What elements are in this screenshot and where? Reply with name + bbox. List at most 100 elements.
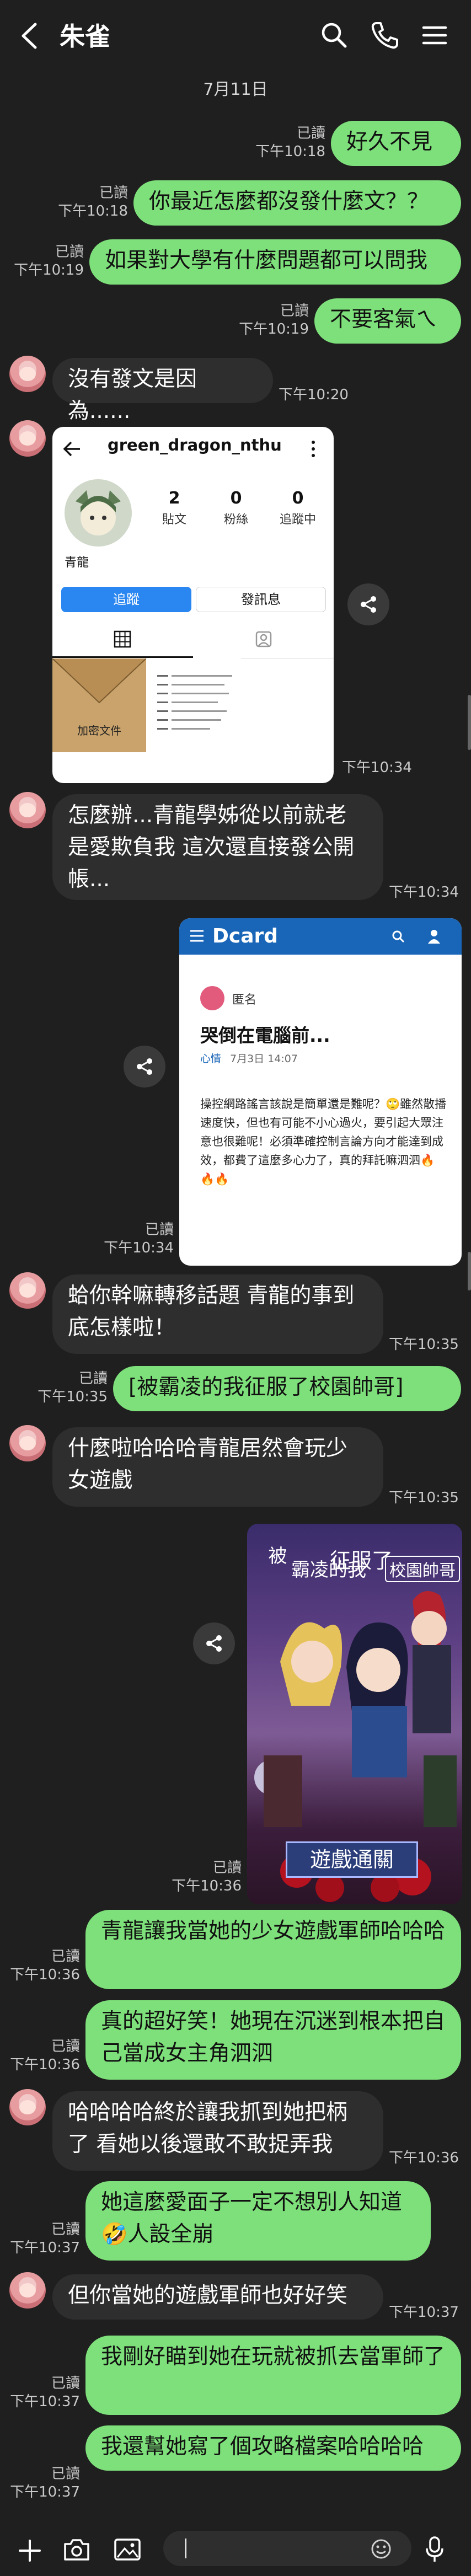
hamburger-menu-icon[interactable] — [418, 19, 451, 52]
message-time: 下午10:35 — [389, 1336, 459, 1353]
ig-post-thumbnail — [147, 658, 241, 752]
microphone-icon[interactable] — [424, 2535, 446, 2564]
message-bubble-outgoing[interactable]: 她這麼愛面子一定不想別人知道🤣人設全崩 — [85, 2181, 431, 2261]
date-separator: 7月11日 — [203, 80, 268, 99]
read-status: 已讀 — [51, 2375, 80, 2392]
read-status: 已讀 — [212, 1860, 242, 1876]
message-time: 下午10:37 — [10, 2240, 80, 2256]
message-bubble-incoming[interactable]: 什麼啦哈哈哈青龍居然會玩少女遊戲 — [52, 1427, 383, 1507]
dcard-post-body: 操控網路謠言該說是簡單還是難呢？🙄雖然散播速度快，但也有可能不小心過火，要引起大… — [200, 1097, 447, 1186]
avatar[interactable] — [9, 2089, 46, 2125]
message-bubble-outgoing[interactable]: 如果對大學有什麼問題都可以問我 — [89, 239, 461, 285]
chevron-left-icon[interactable] — [17, 21, 44, 51]
back-arrow-icon — [63, 441, 80, 457]
grid-icon — [114, 630, 131, 648]
ig-posts-label: 貼文 — [162, 513, 186, 527]
message-bubble-outgoing[interactable]: 好久不見 — [331, 121, 461, 166]
read-status: 已讀 — [51, 2221, 80, 2238]
dcard-anon-avatar — [200, 986, 224, 1010]
avatar[interactable] — [9, 1425, 46, 1461]
dcard-topbar: Dcard — [179, 918, 462, 955]
message-bubble-outgoing[interactable]: 青龍讓我當她的少女遊戲軍師哈哈哈 — [85, 1910, 461, 1989]
message-bubble-incoming[interactable]: 怎麼辦...青龍學姊從以前就老是愛欺負我 這次還直接發公開帳... — [52, 794, 383, 900]
avatar[interactable] — [9, 356, 46, 392]
message-bubble-incoming[interactable]: 蛤你幹嘛轉移話題 青龍的事到底怎樣啦！ — [52, 1274, 383, 1354]
chat-title: 朱雀 — [60, 22, 110, 51]
message-bubble-outgoing[interactable]: 真的超好笑！她現在沉迷到根本把自己當成女主角泗泗 — [85, 2000, 461, 2080]
plus-icon[interactable] — [17, 2537, 43, 2564]
image-icon[interactable] — [113, 2536, 142, 2563]
message-bubble-incoming[interactable]: 但你當她的遊戲軍師也好好笑 — [52, 2274, 383, 2320]
avatar[interactable] — [9, 1272, 46, 1309]
share-button[interactable] — [347, 583, 389, 625]
more-options-icon — [312, 441, 315, 457]
read-status: 已讀 — [280, 303, 309, 319]
dcard-logo: Dcard — [212, 925, 279, 947]
dcard-post-title: 哭倒在電腦前... — [200, 1025, 330, 1046]
search-icon — [392, 930, 405, 943]
message-bubble-outgoing[interactable]: 我還幫她寫了個攻略檔案哈哈哈哈 — [85, 2425, 461, 2471]
ig-followers-count: 0 — [230, 489, 242, 508]
share-button[interactable] — [193, 1622, 235, 1664]
share-button[interactable] — [124, 1046, 165, 1088]
message-bubble-incoming[interactable]: 沒有發文是因為...... — [52, 358, 273, 424]
tagged-icon — [255, 631, 272, 647]
ig-username: green_dragon_nthu — [108, 436, 282, 454]
input-toolbar — [0, 2523, 471, 2576]
avatar[interactable] — [9, 792, 46, 828]
message-time: 下午10:35 — [38, 1389, 108, 1405]
message-input[interactable] — [163, 2531, 411, 2566]
share-icon — [361, 596, 376, 613]
read-status: 已讀 — [51, 1948, 80, 1965]
read-status: 已讀 — [99, 185, 128, 201]
ig-following-count: 0 — [292, 489, 304, 508]
ig-tabs — [52, 620, 334, 659]
camera-icon[interactable] — [62, 2536, 92, 2563]
message-bubble-outgoing[interactable]: 我剛好瞄到她在玩就被抓去當軍師了 — [85, 2336, 461, 2415]
ig-follow-button: 追蹤 — [61, 587, 191, 612]
dcard-author: 匿名 — [232, 993, 257, 1007]
message-bubble-incoming[interactable]: 哈哈哈哈終於讓我抓到她把柄了 看她以後還敢不敢捉弄我 — [52, 2091, 383, 2171]
dcard-post-image[interactable]: Dcard 匿名 哭倒在電腦前... 心情 7月3日 14:07 操控網路謠言該… — [179, 918, 462, 1266]
message-bubble-outgoing[interactable]: 不要客氣ㄟ — [314, 298, 461, 344]
avatar[interactable] — [9, 420, 46, 457]
message-time: 下午10:37 — [389, 2304, 459, 2321]
search-icon[interactable] — [318, 19, 351, 52]
message-time: 下午10:36 — [10, 1967, 80, 1983]
message-time: 下午10:19 — [14, 262, 84, 279]
game-title: 被 — [265, 1546, 287, 1565]
message-time: 下午10:37 — [10, 2484, 80, 2500]
read-status: 已讀 — [51, 2038, 80, 2055]
instagram-profile-image[interactable]: green_dragon_nthu 2 貼文 0 粉絲 0 追蹤中 青龍 追蹤 … — [52, 427, 334, 783]
message-time: 下午10:18 — [58, 203, 128, 219]
read-status: 已讀 — [144, 1222, 174, 1238]
game-title: 征服了 — [330, 1549, 393, 1573]
message-time: 下午10:18 — [255, 143, 325, 160]
avatar[interactable] — [9, 2272, 46, 2309]
message-bubble-outgoing[interactable]: 你最近怎麼都沒發什麼文？？ — [133, 180, 461, 226]
message-time: 下午10:36 — [10, 2056, 80, 2073]
game-clear-badge: 遊戲通關 — [286, 1841, 418, 1878]
message-time: 下午10:34 — [104, 1240, 174, 1256]
text-cursor — [185, 2538, 186, 2558]
game-cover-image[interactable]: 被 霸凌的我 征服了 校園帥哥 遊戲通關 — [247, 1524, 462, 1904]
phone-icon[interactable] — [368, 19, 402, 52]
message-time: 下午10:36 — [389, 2150, 459, 2166]
scrollbar[interactable] — [468, 1252, 471, 1290]
read-status: 已讀 — [55, 244, 84, 260]
scrollbar[interactable] — [468, 695, 471, 750]
read-status: 已讀 — [296, 125, 325, 142]
dcard-post-date: 7月3日 14:07 — [230, 1053, 298, 1065]
message-time: 下午10:34 — [342, 759, 412, 776]
ig-post-thumbnail: 加密文件 — [52, 658, 146, 752]
message-time: 下午10:19 — [239, 321, 309, 338]
dcard-board: 心情 — [200, 1053, 222, 1065]
chat-header: 朱雀 — [0, 0, 471, 71]
game-title: 校園帥哥 — [385, 1556, 460, 1582]
message-time: 下午10:36 — [172, 1878, 242, 1894]
emoji-icon[interactable] — [370, 2537, 393, 2561]
message-time: 下午10:20 — [279, 387, 349, 403]
message-time: 下午10:34 — [389, 884, 459, 901]
ig-avatar — [65, 479, 132, 547]
message-bubble-outgoing[interactable]: [被霸凌的我征服了校園帥哥] — [113, 1366, 461, 1411]
